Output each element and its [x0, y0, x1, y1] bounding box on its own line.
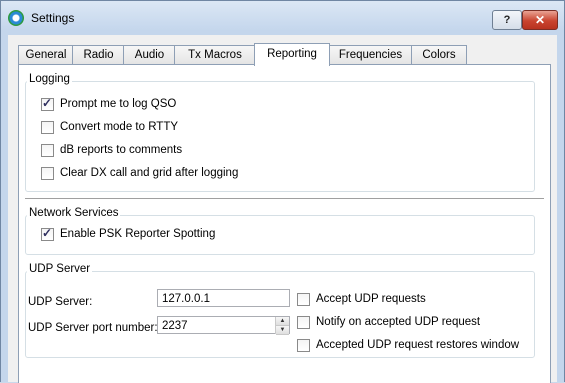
- tab-colors[interactable]: Colors: [411, 45, 467, 65]
- close-button[interactable]: ✕: [522, 10, 558, 30]
- logging-group-title: Logging: [27, 73, 72, 85]
- tab-frequencies[interactable]: Frequencies: [328, 45, 413, 65]
- spin-up-icon[interactable]: ▲: [276, 317, 289, 326]
- udp-port-value: 2237: [162, 320, 188, 332]
- db-reports-comments-checkbox[interactable]: dB reports to comments: [41, 142, 182, 158]
- udp-server-input[interactable]: 127.0.0.1: [157, 289, 290, 307]
- clear-dx-call-checkbox[interactable]: Clear DX call and grid after logging: [41, 165, 238, 181]
- psk-reporter-checkbox[interactable]: ✓ Enable PSK Reporter Spotting: [41, 226, 215, 242]
- dialog-client-area: General Radio Audio Tx Macros Reporting …: [8, 35, 557, 383]
- app-icon: [8, 10, 24, 26]
- port-spinner[interactable]: ▲ ▼: [275, 317, 289, 335]
- tab-reporting[interactable]: Reporting: [254, 43, 330, 66]
- help-button[interactable]: ?: [492, 10, 522, 30]
- checkbox-box[interactable]: [41, 143, 54, 157]
- checkbox-box[interactable]: [41, 166, 54, 180]
- convert-mode-rtty-checkbox[interactable]: Convert mode to RTTY: [41, 119, 178, 135]
- checkbox-box[interactable]: ✓: [41, 225, 54, 241]
- checkbox-box[interactable]: [297, 338, 310, 352]
- checkbox-label: Prompt me to log QSO: [60, 98, 177, 110]
- tab-radio[interactable]: Radio: [72, 45, 125, 65]
- udp-port-spinbox[interactable]: 2237 ▲ ▼: [157, 316, 290, 335]
- tab-general[interactable]: General: [18, 45, 74, 65]
- check-icon: ✓: [42, 225, 53, 240]
- udp-server-label: UDP Server:: [28, 296, 93, 308]
- tab-tx-macros[interactable]: Tx Macros: [174, 45, 256, 65]
- network-services-title: Network Services: [27, 207, 121, 219]
- udp-server-group: UDP Server UDP Server: 127.0.0.1 UDP Ser…: [25, 263, 535, 358]
- accept-udp-checkbox[interactable]: Accept UDP requests: [297, 291, 426, 307]
- checkbox-label: Enable PSK Reporter Spotting: [60, 228, 216, 240]
- window-title: Settings: [31, 11, 75, 25]
- settings-window: Settings ? ✕ General Radio Audio Tx Macr…: [0, 0, 565, 383]
- spin-down-icon[interactable]: ▼: [276, 326, 289, 335]
- checkbox-label: Accepted UDP request restores window: [316, 339, 520, 351]
- reporting-panel: Logging ✓ Prompt me to log QSO Convert m…: [18, 64, 551, 383]
- checkbox-label: Notify on accepted UDP request: [316, 316, 481, 328]
- udp-port-label: UDP Server port number:: [28, 322, 158, 334]
- restore-window-checkbox[interactable]: Accepted UDP request restores window: [297, 337, 519, 353]
- logging-group: Logging ✓ Prompt me to log QSO Convert m…: [25, 73, 535, 192]
- checkbox-label: dB reports to comments: [60, 144, 183, 156]
- checkbox-box[interactable]: ✓: [41, 95, 54, 111]
- checkbox-label: Accept UDP requests: [316, 293, 426, 305]
- notify-udp-checkbox[interactable]: Notify on accepted UDP request: [297, 314, 480, 330]
- check-icon: ✓: [42, 95, 53, 110]
- checkbox-label: Clear DX call and grid after logging: [60, 167, 239, 179]
- network-services-group: Network Services ✓ Enable PSK Reporter S…: [25, 207, 535, 255]
- udp-server-title: UDP Server: [27, 263, 93, 275]
- prompt-log-qso-checkbox[interactable]: ✓ Prompt me to log QSO: [41, 96, 176, 112]
- title-bar[interactable]: Settings ? ✕: [1, 1, 564, 35]
- checkbox-box[interactable]: [41, 120, 54, 134]
- section-divider: [25, 198, 544, 199]
- tab-audio[interactable]: Audio: [123, 45, 176, 65]
- checkbox-label: Convert mode to RTTY: [60, 121, 179, 133]
- checkbox-box[interactable]: [297, 315, 310, 329]
- checkbox-box[interactable]: [297, 292, 310, 306]
